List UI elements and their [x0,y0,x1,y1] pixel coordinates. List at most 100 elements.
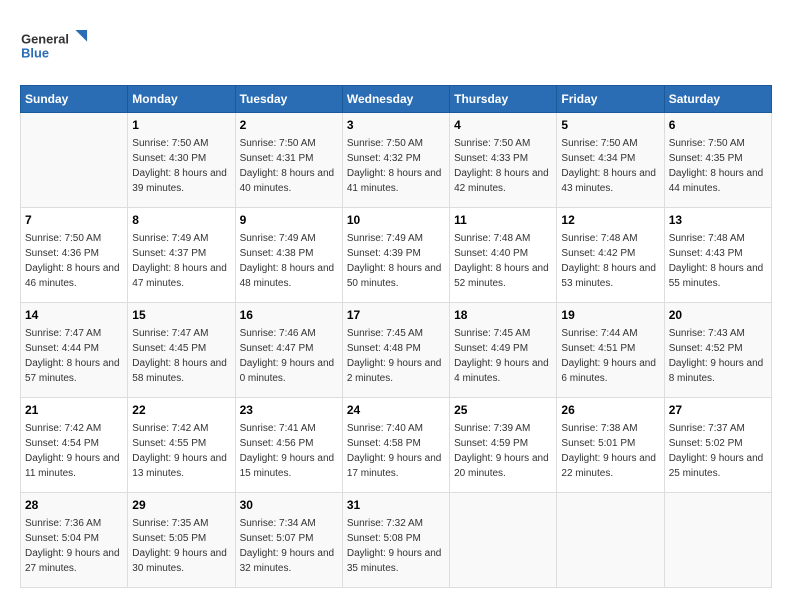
day-info: Sunrise: 7:48 AMSunset: 4:40 PMDaylight:… [454,231,552,291]
header-friday: Friday [557,86,664,113]
week-row-4: 21Sunrise: 7:42 AMSunset: 4:54 PMDayligh… [21,398,772,493]
calendar-cell: 8 Sunrise: 7:49 AMSunset: 4:37 PMDaylight… [128,208,235,303]
day-number: 24 [347,402,445,419]
calendar-cell: 11 Sunrise: 7:48 AMSunset: 4:40 PMDayligh… [450,208,557,303]
day-info: Sunrise: 7:35 AMSunset: 5:05 PMDaylight:… [132,516,230,576]
day-number: 10 [347,212,445,229]
day-info: Sunrise: 7:49 AMSunset: 4:37 PMDaylight:… [132,231,230,291]
calendar-cell: 6 Sunrise: 7:50 AMSunset: 4:35 PMDaylight… [664,113,771,208]
day-number: 29 [132,497,230,514]
calendar-cell: 19 Sunrise: 7:44 AMSunset: 4:51 PMDayligh… [557,303,664,398]
day-info: Sunrise: 7:46 AMSunset: 4:47 PMDaylight:… [240,326,338,386]
calendar-cell: 30 Sunrise: 7:34 AMSunset: 5:07 PMDayligh… [235,493,342,588]
header-saturday: Saturday [664,86,771,113]
day-number: 18 [454,307,552,324]
calendar-cell: 29 Sunrise: 7:35 AMSunset: 5:05 PMDayligh… [128,493,235,588]
day-number: 14 [25,307,123,324]
calendar-cell: 24 Sunrise: 7:40 AMSunset: 4:58 PMDayligh… [342,398,449,493]
day-number: 23 [240,402,338,419]
calendar-cell: 16 Sunrise: 7:46 AMSunset: 4:47 PMDayligh… [235,303,342,398]
calendar-cell: 14Sunrise: 7:47 AMSunset: 4:44 PMDayligh… [21,303,128,398]
day-info: Sunrise: 7:39 AMSunset: 4:59 PMDaylight:… [454,421,552,481]
day-number: 21 [25,402,123,419]
calendar-cell: 25Sunrise: 7:39 AMSunset: 4:59 PMDayligh… [450,398,557,493]
calendar-cell: 20 Sunrise: 7:43 AMSunset: 4:52 PMDayligh… [664,303,771,398]
day-number: 13 [669,212,767,229]
calendar-cell: 2 Sunrise: 7:50 AMSunset: 4:31 PMDaylight… [235,113,342,208]
header-tuesday: Tuesday [235,86,342,113]
day-info: Sunrise: 7:47 AMSunset: 4:45 PMDaylight:… [132,326,230,386]
day-number: 30 [240,497,338,514]
day-info: Sunrise: 7:50 AMSunset: 4:34 PMDaylight:… [561,136,659,196]
day-info: Sunrise: 7:48 AMSunset: 4:43 PMDaylight:… [669,231,767,291]
header-thursday: Thursday [450,86,557,113]
logo-svg: General Blue [20,20,90,75]
header-wednesday: Wednesday [342,86,449,113]
calendar-cell: 10 Sunrise: 7:49 AMSunset: 4:39 PMDayligh… [342,208,449,303]
calendar-cell [664,493,771,588]
day-number: 19 [561,307,659,324]
day-info: Sunrise: 7:36 AMSunset: 5:04 PMDaylight:… [25,516,123,576]
day-number: 17 [347,307,445,324]
day-info: Sunrise: 7:49 AMSunset: 4:39 PMDaylight:… [347,231,445,291]
day-number: 20 [669,307,767,324]
day-info: Sunrise: 7:49 AMSunset: 4:38 PMDaylight:… [240,231,338,291]
calendar-cell: 26Sunrise: 7:38 AMSunset: 5:01 PMDayligh… [557,398,664,493]
logo: General Blue [20,20,90,75]
day-info: Sunrise: 7:50 AMSunset: 4:36 PMDaylight:… [25,231,123,291]
day-info: Sunrise: 7:32 AMSunset: 5:08 PMDaylight:… [347,516,445,576]
day-info: Sunrise: 7:50 AMSunset: 4:31 PMDaylight:… [240,136,338,196]
calendar-cell: 31 Sunrise: 7:32 AMSunset: 5:08 PMDayligh… [342,493,449,588]
day-number: 3 [347,117,445,134]
calendar-cell [21,113,128,208]
calendar-cell: 4Sunrise: 7:50 AMSunset: 4:33 PMDaylight… [450,113,557,208]
header: General Blue [20,20,772,75]
svg-text:Blue: Blue [21,45,49,60]
header-sunday: Sunday [21,86,128,113]
calendar-cell: 13 Sunrise: 7:48 AMSunset: 4:43 PMDayligh… [664,208,771,303]
calendar-cell: 7 Sunrise: 7:50 AMSunset: 4:36 PMDaylight… [21,208,128,303]
day-number: 27 [669,402,767,419]
day-number: 7 [25,212,123,229]
calendar-cell: 9 Sunrise: 7:49 AMSunset: 4:38 PMDaylight… [235,208,342,303]
calendar-cell: 23 Sunrise: 7:41 AMSunset: 4:56 PMDayligh… [235,398,342,493]
day-number: 22 [132,402,230,419]
day-info: Sunrise: 7:43 AMSunset: 4:52 PMDaylight:… [669,326,767,386]
calendar-cell: 18 Sunrise: 7:45 AMSunset: 4:49 PMDayligh… [450,303,557,398]
day-info: Sunrise: 7:50 AMSunset: 4:33 PMDaylight:… [454,136,552,196]
calendar-cell: 15Sunrise: 7:47 AMSunset: 4:45 PMDayligh… [128,303,235,398]
day-number: 2 [240,117,338,134]
calendar-cell: 12 Sunrise: 7:48 AMSunset: 4:42 PMDayligh… [557,208,664,303]
day-info: Sunrise: 7:38 AMSunset: 5:01 PMDaylight:… [561,421,659,481]
day-info: Sunrise: 7:34 AMSunset: 5:07 PMDaylight:… [240,516,338,576]
calendar-cell [450,493,557,588]
header-monday: Monday [128,86,235,113]
day-number: 5 [561,117,659,134]
day-number: 16 [240,307,338,324]
day-info: Sunrise: 7:48 AMSunset: 4:42 PMDaylight:… [561,231,659,291]
week-row-5: 28Sunrise: 7:36 AMSunset: 5:04 PMDayligh… [21,493,772,588]
day-info: Sunrise: 7:41 AMSunset: 4:56 PMDaylight:… [240,421,338,481]
calendar-cell: 28Sunrise: 7:36 AMSunset: 5:04 PMDayligh… [21,493,128,588]
calendar-cell: 5 Sunrise: 7:50 AMSunset: 4:34 PMDaylight… [557,113,664,208]
calendar-cell: 1Sunrise: 7:50 AMSunset: 4:30 PMDaylight… [128,113,235,208]
day-info: Sunrise: 7:40 AMSunset: 4:58 PMDaylight:… [347,421,445,481]
week-row-1: 1Sunrise: 7:50 AMSunset: 4:30 PMDaylight… [21,113,772,208]
weekday-header-row: Sunday Monday Tuesday Wednesday Thursday… [21,86,772,113]
day-info: Sunrise: 7:44 AMSunset: 4:51 PMDaylight:… [561,326,659,386]
day-number: 31 [347,497,445,514]
day-info: Sunrise: 7:50 AMSunset: 4:35 PMDaylight:… [669,136,767,196]
calendar-cell [557,493,664,588]
day-info: Sunrise: 7:45 AMSunset: 4:49 PMDaylight:… [454,326,552,386]
calendar-cell: 22Sunrise: 7:42 AMSunset: 4:55 PMDayligh… [128,398,235,493]
day-number: 12 [561,212,659,229]
day-number: 9 [240,212,338,229]
day-number: 8 [132,212,230,229]
svg-text:General: General [21,31,69,46]
week-row-3: 14Sunrise: 7:47 AMSunset: 4:44 PMDayligh… [21,303,772,398]
day-number: 11 [454,212,552,229]
day-info: Sunrise: 7:50 AMSunset: 4:32 PMDaylight:… [347,136,445,196]
day-number: 6 [669,117,767,134]
calendar-cell: 17Sunrise: 7:45 AMSunset: 4:48 PMDayligh… [342,303,449,398]
calendar-table: Sunday Monday Tuesday Wednesday Thursday… [20,85,772,588]
